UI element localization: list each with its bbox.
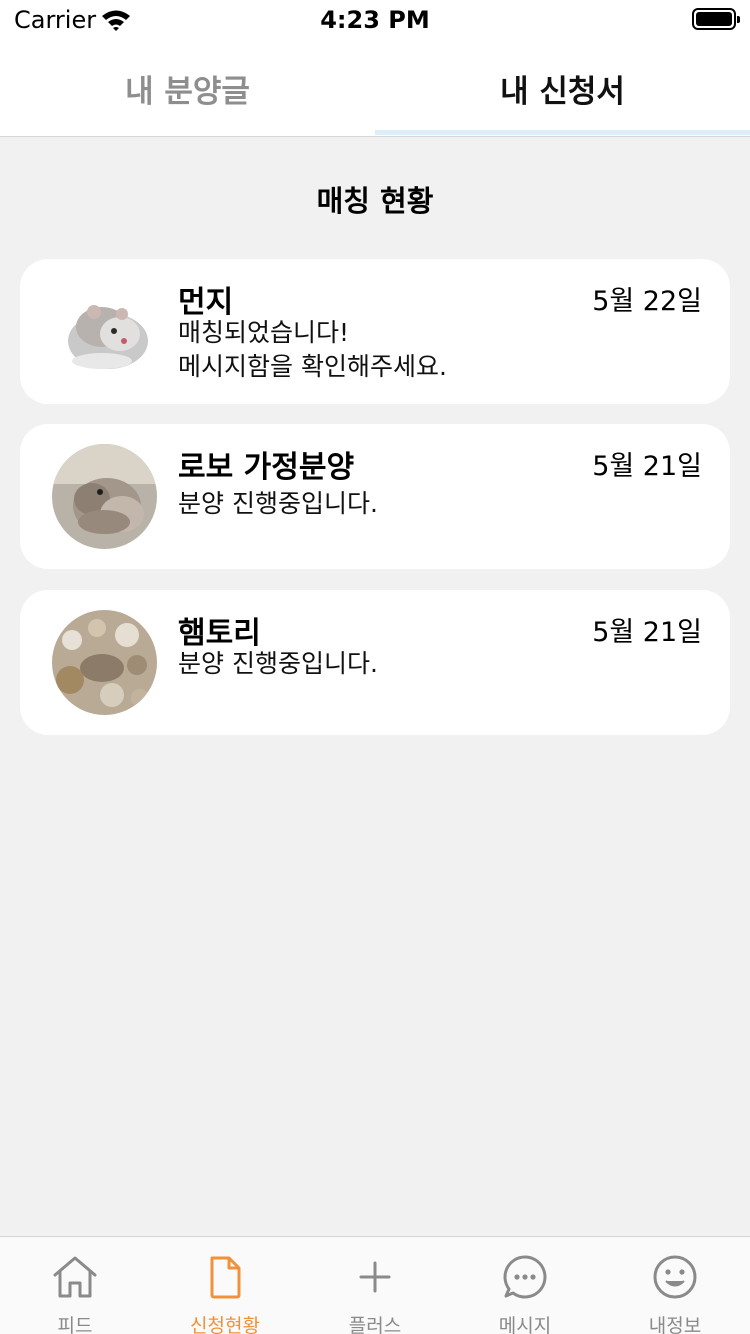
clock: 4:23 PM — [320, 6, 430, 34]
avatar — [52, 610, 157, 715]
tab-indicator — [375, 130, 750, 135]
section-title: 매칭 현황 — [316, 184, 434, 218]
avatar — [52, 279, 157, 384]
card-message: 메시지함을 확인해주세요. — [178, 352, 447, 381]
nav-label: 신청현황 — [190, 1315, 260, 1334]
document-icon — [210, 1256, 241, 1299]
nav-label: 메시지 — [498, 1315, 552, 1334]
match-card[interactable]: 먼지 5월 22일 매칭되었습니다! 메시지함을 확인해주세요. — [20, 259, 730, 404]
plus-icon — [359, 1261, 391, 1293]
card-date: 5월 21일 — [592, 617, 702, 648]
card-message: 매칭되었습니다! — [178, 318, 350, 347]
status-bar: Carrier 4:23 PM — [0, 0, 750, 40]
top-tab-bar: 내 분양글 내 신청서 — [0, 40, 750, 137]
nav-item-applications[interactable]: 신청현황 — [150, 1237, 300, 1334]
home-icon — [53, 1256, 97, 1298]
nav-label: 내정보 — [648, 1315, 702, 1334]
battery-icon — [692, 8, 740, 30]
tab-my-applications[interactable]: 내 신청서 — [375, 40, 750, 136]
nav-item-messages[interactable]: 메시지 — [450, 1237, 600, 1334]
smiley-icon — [653, 1255, 697, 1299]
nav-label: 플러스 — [348, 1315, 402, 1334]
nav-item-plus[interactable]: 플러스 — [300, 1237, 450, 1334]
card-date: 5월 22일 — [592, 286, 702, 317]
nav-item-feed[interactable]: 피드 — [0, 1237, 150, 1334]
chat-bubble-icon — [503, 1255, 547, 1299]
avatar — [52, 444, 157, 549]
bottom-tab-bar: 피드 신청현황 플러스 메시지 내정보 — [0, 1236, 750, 1334]
nav-item-profile[interactable]: 내정보 — [600, 1237, 750, 1334]
card-message: 분양 진행중입니다. — [178, 489, 378, 518]
card-date: 5월 21일 — [592, 451, 702, 482]
card-message: 분양 진행중입니다. — [178, 649, 378, 678]
card-name: 로보 가정분양 — [178, 450, 355, 485]
tab-my-posts[interactable]: 내 분양글 — [0, 40, 375, 136]
match-card[interactable]: 햄토리 5월 21일 분양 진행중입니다. — [20, 590, 730, 735]
match-card[interactable]: 로보 가정분양 5월 21일 분양 진행중입니다. — [20, 424, 730, 569]
nav-label: 피드 — [57, 1315, 93, 1334]
